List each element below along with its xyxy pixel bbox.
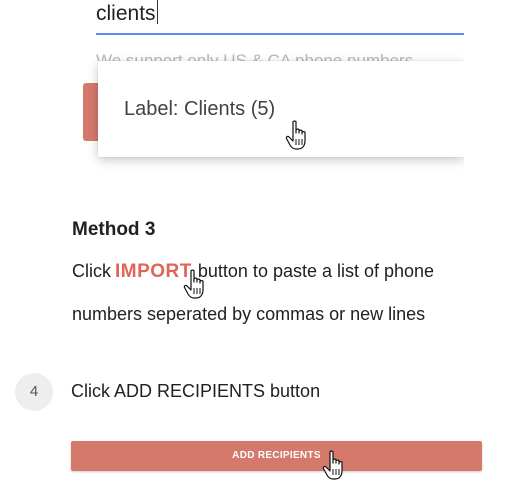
- import-button[interactable]: IMPORT: [115, 261, 192, 282]
- step-number-badge: 4: [15, 373, 53, 411]
- instruction-line-2: numbers seperated by commas or new lines: [72, 304, 426, 324]
- search-input-value: clients: [96, 2, 156, 25]
- instruction-click-text: Click: [72, 261, 111, 281]
- text-caret: [156, 0, 159, 24]
- crop-mask: [464, 0, 512, 200]
- hand-pointer-icon: [322, 450, 343, 480]
- input-underline: [96, 33, 464, 35]
- instruction-line-1: Click IMPORT button to paste a list of pho…: [72, 261, 434, 283]
- suggestion-item-clients[interactable]: Label: Clients (5): [124, 98, 275, 121]
- hand-pointer-icon: [183, 269, 204, 299]
- search-input[interactable]: clients: [96, 0, 464, 34]
- add-recipients-button[interactable]: ADD RECIPIENTS: [71, 441, 482, 471]
- instruction-line-1-suffix: button to paste a list of phone: [197, 261, 435, 281]
- method-title: Method 3: [72, 219, 156, 240]
- hand-pointer-icon: [285, 120, 306, 150]
- step-4-text: Click ADD RECIPIENTS button: [71, 381, 321, 401]
